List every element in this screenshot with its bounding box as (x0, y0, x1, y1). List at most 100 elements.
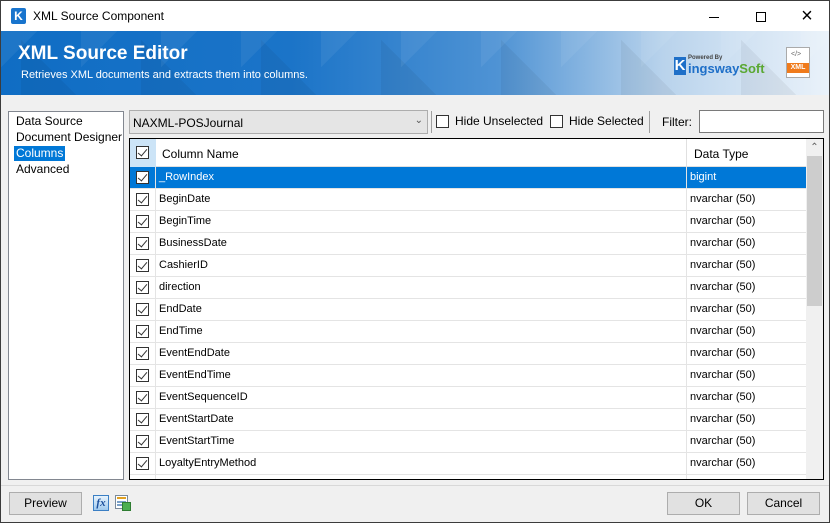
table-row[interactable]: BeginDate nvarchar (50) (130, 189, 806, 211)
table-row[interactable]: CashierID nvarchar (50) (130, 255, 806, 277)
data-type-cell[interactable]: nvarchar (50) (686, 255, 806, 276)
nav-item-columns[interactable]: Columns (14, 146, 66, 161)
column-name-cell[interactable]: BeginTime (156, 211, 686, 232)
maximize-icon (756, 12, 766, 23)
data-type-cell[interactable]: nvarchar (50) (686, 321, 806, 342)
data-type-cell[interactable]: nvarchar (50) (686, 211, 806, 232)
scroll-up-arrow-icon[interactable]: ⌃ (806, 139, 823, 156)
row-checkbox[interactable] (136, 369, 149, 382)
data-type-cell[interactable] (686, 475, 806, 479)
row-checkbox-cell (130, 453, 156, 474)
kingswaysoft-app-icon: K (11, 8, 26, 24)
data-type-cell[interactable]: nvarchar (50) (686, 409, 806, 430)
grid-rows: _RowIndex bigint BeginDate nvarchar (50) Beg… (130, 167, 806, 479)
ok-button[interactable]: OK (667, 492, 740, 515)
table-row[interactable]: _RowIndex bigint (130, 167, 806, 189)
column-name-cell[interactable]: CashierID (156, 255, 686, 276)
row-checkbox[interactable] (136, 259, 149, 272)
column-header-name[interactable]: Column Name (162, 147, 239, 161)
xml-tag-label: XML (787, 63, 809, 73)
row-checkbox-cell (130, 343, 156, 364)
nav-item-document-designer[interactable]: Document Designer (14, 130, 124, 145)
hide-selected-box[interactable] (550, 115, 563, 128)
table-row[interactable]: EndTime nvarchar (50) (130, 321, 806, 343)
select-all-checkbox[interactable] (136, 146, 149, 159)
row-checkbox[interactable] (136, 435, 149, 448)
row-checkbox[interactable] (136, 303, 149, 316)
scroll-thumb[interactable] (807, 156, 822, 306)
column-name-cell[interactable]: BusinessDate (156, 233, 686, 254)
column-name-cell[interactable]: EventStartDate (156, 409, 686, 430)
column-header-type-cell[interactable]: Data Type (686, 139, 806, 167)
data-type-cell[interactable]: nvarchar (50) (686, 431, 806, 452)
logo-name-part-2: Soft (739, 61, 765, 76)
table-row[interactable]: BeginTime nvarchar (50) (130, 211, 806, 233)
data-type-cell[interactable]: nvarchar (50) (686, 365, 806, 386)
row-checkbox-cell (130, 167, 156, 188)
row-checkbox[interactable] (136, 347, 149, 360)
row-checkbox[interactable] (136, 237, 149, 250)
column-name-cell[interactable]: EventEndTime (156, 365, 686, 386)
page-navigation: Data Source Document Designer Columns Ad… (8, 111, 124, 480)
column-name-cell[interactable]: EventEndDate (156, 343, 686, 364)
editor-title: XML Source Editor (18, 43, 188, 64)
data-type-cell[interactable]: nvarchar (50) (686, 299, 806, 320)
row-checkbox[interactable] (136, 325, 149, 338)
hide-unselected-box[interactable] (436, 115, 449, 128)
table-row[interactable]: LoyaltyEntryMethod nvarchar (50) (130, 453, 806, 475)
vertical-scrollbar[interactable]: ⌃ (806, 139, 823, 479)
row-checkbox[interactable] (136, 193, 149, 206)
minimize-button[interactable] (691, 1, 737, 31)
select-all-cell (130, 139, 156, 167)
hide-selected-label: Hide Selected (569, 114, 644, 128)
column-name-cell[interactable] (156, 475, 686, 479)
data-type-cell[interactable]: bigint (686, 167, 806, 188)
hide-selected-checkbox[interactable]: Hide Selected (550, 114, 645, 130)
table-row[interactable]: EndDate nvarchar (50) (130, 299, 806, 321)
hide-unselected-checkbox[interactable]: Hide Unselected (436, 114, 546, 130)
row-checkbox-cell (130, 255, 156, 276)
table-row[interactable]: EventEndDate nvarchar (50) (130, 343, 806, 365)
fx-expression-icon[interactable]: fx (93, 495, 109, 511)
filter-input[interactable] (699, 110, 824, 133)
column-name-cell[interactable]: EventSequenceID (156, 387, 686, 408)
row-checkbox[interactable] (136, 391, 149, 404)
table-row[interactable] (130, 475, 806, 479)
maximize-button[interactable] (738, 1, 784, 31)
column-name-cell[interactable]: EndDate (156, 299, 686, 320)
row-checkbox[interactable] (136, 215, 149, 228)
nav-item-data-source[interactable]: Data Source (14, 114, 85, 129)
table-row[interactable]: EventSequenceID nvarchar (50) (130, 387, 806, 409)
data-type-cell[interactable]: nvarchar (50) (686, 343, 806, 364)
column-name-cell[interactable]: direction (156, 277, 686, 298)
close-button[interactable]: × (784, 1, 830, 31)
output-select-value: NAXML-POSJournal (133, 116, 244, 130)
data-type-cell[interactable]: nvarchar (50) (686, 453, 806, 474)
data-type-cell[interactable]: nvarchar (50) (686, 277, 806, 298)
preview-button[interactable]: Preview (9, 492, 82, 515)
column-name-cell[interactable]: EndTime (156, 321, 686, 342)
row-checkbox-cell (130, 321, 156, 342)
cancel-button[interactable]: Cancel (747, 492, 820, 515)
row-checkbox[interactable] (136, 281, 149, 294)
output-select[interactable]: NAXML-POSJournal ⌄ (129, 110, 428, 134)
column-name-cell[interactable]: _RowIndex (156, 167, 686, 188)
close-icon: × (801, 5, 813, 27)
row-checkbox[interactable] (136, 171, 149, 184)
row-checkbox[interactable] (136, 457, 149, 470)
data-type-cell[interactable]: nvarchar (50) (686, 233, 806, 254)
nav-item-advanced[interactable]: Advanced (14, 162, 71, 177)
table-row[interactable]: BusinessDate nvarchar (50) (130, 233, 806, 255)
data-type-cell[interactable]: nvarchar (50) (686, 387, 806, 408)
column-name-cell[interactable]: EventStartTime (156, 431, 686, 452)
column-name-cell[interactable]: BeginDate (156, 189, 686, 210)
table-export-icon[interactable] (115, 495, 131, 511)
data-type-cell[interactable]: nvarchar (50) (686, 189, 806, 210)
table-row[interactable]: EventStartDate nvarchar (50) (130, 409, 806, 431)
table-row[interactable]: direction nvarchar (50) (130, 277, 806, 299)
dialog-window: K XML Source Component × XML Source Edit… (0, 0, 830, 523)
table-row[interactable]: EventStartTime nvarchar (50) (130, 431, 806, 453)
column-name-cell[interactable]: LoyaltyEntryMethod (156, 453, 686, 474)
row-checkbox[interactable] (136, 413, 149, 426)
table-row[interactable]: EventEndTime nvarchar (50) (130, 365, 806, 387)
